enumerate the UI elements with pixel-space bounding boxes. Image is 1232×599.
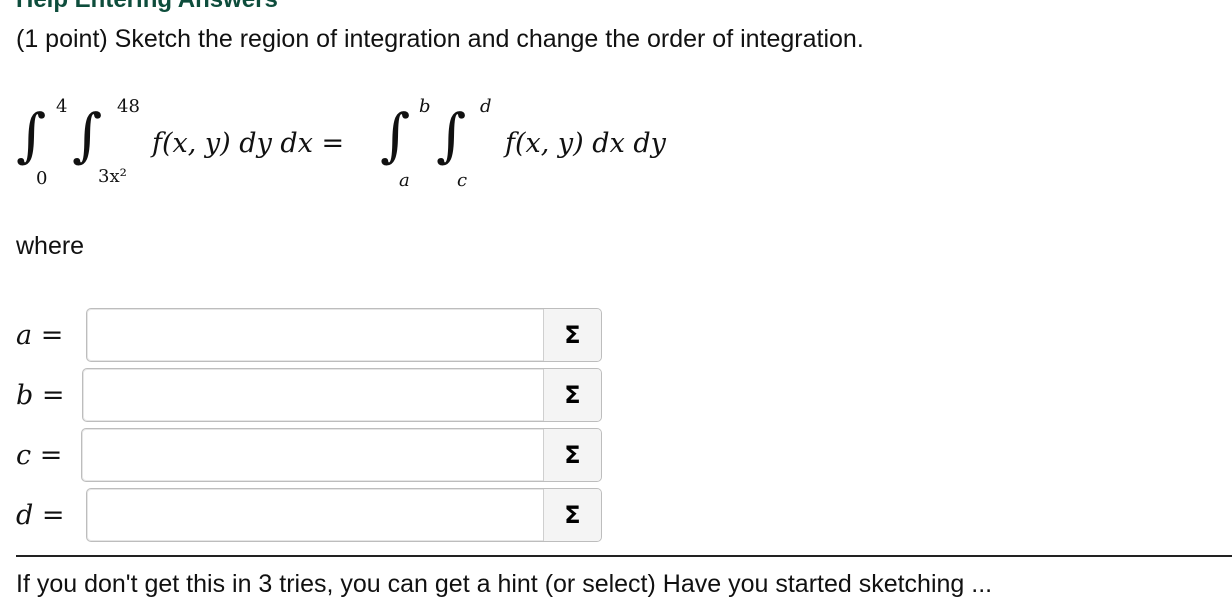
answer-label-d: d = — [16, 500, 65, 531]
problem-prompt: (1 point) Sketch the region of integrati… — [16, 25, 864, 53]
answer-field-d: Σ — [86, 488, 602, 542]
outer-lower-limit-rhs: a — [399, 170, 410, 191]
variable-a: a — [16, 320, 33, 351]
lhs-integrand: f(x, y) dy dx = — [152, 128, 345, 159]
inner-integral-sign: ∫ — [72, 101, 103, 169]
variable-d: d — [16, 500, 34, 531]
help-entering-answers-link[interactable]: Help Entering Answers — [16, 0, 278, 14]
inner-lower-limit: 3x² — [98, 166, 127, 187]
inner-upper-limit: 48 — [117, 96, 140, 117]
answer-input-d[interactable] — [87, 489, 543, 541]
answer-input-a[interactable] — [87, 309, 543, 361]
equals-sign: = — [41, 380, 65, 411]
inner-lower-limit-rhs: c — [457, 170, 468, 191]
where-label: where — [16, 232, 85, 260]
outer-upper-limit-rhs: b — [419, 96, 431, 117]
sigma-icon[interactable]: Σ — [543, 489, 601, 541]
equals-sign: = — [39, 440, 63, 471]
answer-input-c[interactable] — [82, 429, 543, 481]
variable-c: c — [16, 440, 32, 471]
variable-b: b — [16, 380, 34, 411]
inner-integral-sign-rhs: ∫ — [436, 101, 467, 169]
sigma-icon[interactable]: Σ — [543, 369, 601, 421]
answer-label-b: b = — [16, 380, 65, 411]
answer-field-c: Σ — [81, 428, 602, 482]
equals-sign: = — [41, 500, 65, 531]
equals-sign: = — [40, 320, 64, 351]
inner-upper-limit-rhs: d — [480, 96, 492, 117]
outer-lower-limit: 0 — [36, 168, 48, 189]
rhs-integrand: f(x, y) dx dy — [505, 128, 666, 159]
outer-upper-limit: 4 — [56, 96, 68, 117]
section-divider — [16, 555, 1232, 557]
outer-integral-sign: ∫ — [16, 101, 47, 169]
footer-hint-text: If you don't get this in 3 tries, you ca… — [16, 570, 993, 598]
sigma-icon[interactable]: Σ — [543, 429, 601, 481]
answer-field-a: Σ — [86, 308, 602, 362]
answer-label-c: c = — [16, 440, 62, 471]
answer-field-b: Σ — [82, 368, 602, 422]
answer-label-a: a = — [16, 320, 63, 351]
outer-integral-sign-rhs: ∫ — [380, 101, 411, 169]
answer-input-b[interactable] — [83, 369, 543, 421]
sigma-icon[interactable]: Σ — [543, 309, 601, 361]
